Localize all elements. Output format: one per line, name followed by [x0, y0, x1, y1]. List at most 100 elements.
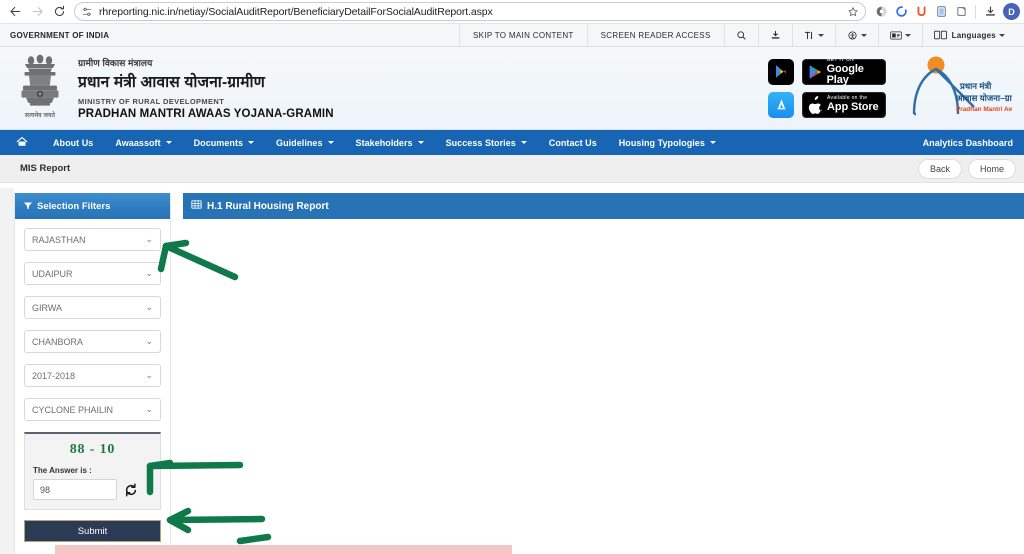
select-financial-year-value: 2017-2018	[32, 370, 76, 381]
app-store-icon[interactable]	[768, 91, 794, 118]
app-store-badge-text: Available on the App Store	[827, 96, 879, 113]
accessibility-icon[interactable]	[834, 24, 878, 46]
nav-item-about-us[interactable]: About Us	[42, 130, 104, 155]
chevron-down-icon	[165, 141, 172, 144]
select-district[interactable]: UDAIPUR ⌄	[24, 262, 161, 285]
select-state[interactable]: RAJASTHAN ⌄	[24, 228, 161, 251]
nav-home-button[interactable]	[0, 130, 42, 155]
header-right-block: GET IT ON Google Play Available on the A…	[768, 47, 1024, 129]
extension-icon-u[interactable]	[912, 3, 930, 21]
back-arrow-icon[interactable]	[4, 2, 26, 22]
nav-right-group: Analytics Dashboard	[912, 130, 1024, 155]
extension-icon-2[interactable]	[892, 3, 910, 21]
nav-label: Guidelines	[276, 137, 323, 148]
nav-label: Stakeholders	[355, 137, 413, 148]
forward-arrow-icon[interactable]	[26, 2, 48, 22]
home-icon	[16, 136, 28, 150]
page-title: MIS Report	[20, 163, 71, 174]
selection-filters-body: RAJASTHAN ⌄ UDAIPUR ⌄ GIRWA ⌄ CHANBORA ⌄…	[15, 219, 170, 510]
svg-text:Pradhan Mantri Awaas Yojana-Gr: Pradhan Mantri Awaas Yojana-Gram	[956, 106, 1012, 113]
nav-label: Documents	[193, 137, 244, 148]
chevron-down-icon: ⌄	[145, 404, 153, 414]
browser-toolbar: rhreporting.nic.in/netiay/SocialAuditRep…	[0, 0, 1024, 23]
extension-icon-1[interactable]	[872, 3, 890, 21]
select-panchayat[interactable]: CHANBORA ⌄	[24, 330, 161, 353]
nav-item-housing-typologies[interactable]: Housing Typologies	[608, 130, 727, 155]
brand-text-block: ग्रामीण विकास मंत्रालय प्रधान मंत्री आवा…	[78, 56, 334, 120]
nav-item-documents[interactable]: Documents	[183, 130, 265, 155]
select-scheme[interactable]: CYCLONE PHAILIN ⌄	[24, 398, 161, 421]
download-icon[interactable]	[981, 3, 999, 21]
chevron-down-icon: ⌄	[145, 336, 153, 346]
chevron-down-icon	[417, 141, 424, 144]
nav-item-guidelines[interactable]: Guidelines	[265, 130, 344, 155]
scheme-english-title: PRADHAN MANTRI AWAAS YOJANA-GRAMIN	[78, 108, 334, 120]
app-store-name: App Store	[827, 101, 879, 113]
contrast-icon[interactable]	[877, 24, 922, 46]
main-navigation: About Us Awaassoft Documents Guidelines …	[0, 130, 1024, 155]
nav-item-stakeholders[interactable]: Stakeholders	[345, 130, 435, 155]
chevron-down-icon	[520, 141, 527, 144]
captcha-question: 88 - 10	[69, 442, 116, 457]
nav-label: Housing Typologies	[618, 137, 705, 148]
select-panchayat-value: CHANBORA	[32, 336, 84, 347]
home-button[interactable]: Home	[967, 158, 1016, 179]
report-panel: H.1 Rural Housing Report	[183, 193, 1024, 519]
chevron-down-icon	[248, 141, 255, 144]
nav-label: Success Stories	[445, 137, 516, 148]
nav-item-awaassoft[interactable]: Awaassoft	[104, 130, 182, 155]
report-header: H.1 Rural Housing Report	[183, 193, 1024, 219]
select-block[interactable]: GIRWA ⌄	[24, 296, 161, 319]
captcha-box: 88 - 10 The Answer is : 98	[24, 432, 161, 510]
search-icon[interactable]	[723, 24, 758, 46]
funnel-icon	[23, 201, 33, 211]
avatar[interactable]: D	[1003, 3, 1020, 20]
extension-icon-4[interactable]	[952, 3, 970, 21]
india-state-emblem-icon: सत्यमेव जयते	[8, 50, 72, 126]
google-play-pre: GET IT ON	[826, 56, 855, 63]
captcha-answer-row: 98	[33, 479, 152, 500]
ministry-english-label: MINISTRY OF RURAL DEVELOPMENT	[78, 97, 225, 106]
report-body	[183, 219, 1024, 519]
selection-filters-panel: Selection Filters RAJASTHAN ⌄ UDAIPUR ⌄ …	[14, 193, 171, 554]
nav-item-contact-us[interactable]: Contact Us	[538, 130, 608, 155]
captcha-answer-input[interactable]: 98	[33, 479, 117, 500]
star-icon[interactable]	[847, 6, 859, 18]
scheme-hindi-title: प्रधान मंत्री आवास योजना-ग्रामीण	[78, 74, 266, 91]
text-size-icon[interactable]	[791, 24, 835, 46]
svg-text:प्रधान मंत्री: प्रधान मंत्री	[959, 81, 992, 91]
government-of-india-label: GOVERNMENT OF INDIA	[10, 30, 110, 40]
google-play-badge[interactable]: GET IT ON Google Play	[802, 56, 886, 85]
select-financial-year[interactable]: 2017-2018 ⌄	[24, 364, 161, 387]
google-play-icon[interactable]	[768, 58, 794, 85]
nav-label: Analytics Dashboard	[922, 137, 1013, 148]
extension-icon-3[interactable]	[932, 3, 950, 21]
store-badges: GET IT ON Google Play Available on the A…	[802, 56, 886, 118]
skip-to-main-content-link[interactable]: SKIP TO MAIN CONTENT	[458, 24, 587, 46]
svg-text:सत्यमेव जयते: सत्यमेव जयते	[24, 111, 56, 119]
back-button[interactable]: Back	[917, 158, 962, 179]
left-rail	[0, 188, 14, 554]
nav-item-analytics-dashboard[interactable]: Analytics Dashboard	[912, 130, 1024, 155]
app-store-badge[interactable]: Available on the App Store	[802, 91, 886, 118]
pmay-gramin-logo: प्रधान मंत्री आवास योजना–ग्रामीण Pradhan…	[894, 51, 1024, 125]
selection-filters-title: Selection Filters	[37, 200, 111, 212]
report-title: H.1 Rural Housing Report	[207, 200, 329, 212]
nav-item-success-stories[interactable]: Success Stories	[435, 130, 538, 155]
url-text[interactable]: rhreporting.nic.in/netiay/SocialAuditRep…	[99, 6, 843, 18]
select-scheme-value: CYCLONE PHAILIN	[32, 404, 114, 415]
browser-extensions: D	[872, 3, 1020, 21]
chevron-down-icon: ⌄	[145, 234, 153, 244]
languages-selector[interactable]: Languages	[921, 24, 1016, 46]
select-block-value: GIRWA	[32, 302, 63, 313]
address-bar[interactable]: rhreporting.nic.in/netiay/SocialAuditRep…	[74, 2, 866, 21]
chevron-down-icon	[860, 33, 867, 37]
download-icon[interactable]	[757, 24, 792, 46]
submit-button[interactable]: Submit	[24, 520, 161, 542]
site-settings-icon[interactable]	[81, 6, 93, 18]
chevron-down-icon	[327, 141, 334, 144]
screen-reader-access-link[interactable]: SCREEN READER ACCESS	[586, 24, 724, 46]
refresh-icon[interactable]	[124, 482, 138, 497]
store-square-icons	[768, 58, 794, 118]
reload-icon[interactable]	[48, 2, 70, 22]
